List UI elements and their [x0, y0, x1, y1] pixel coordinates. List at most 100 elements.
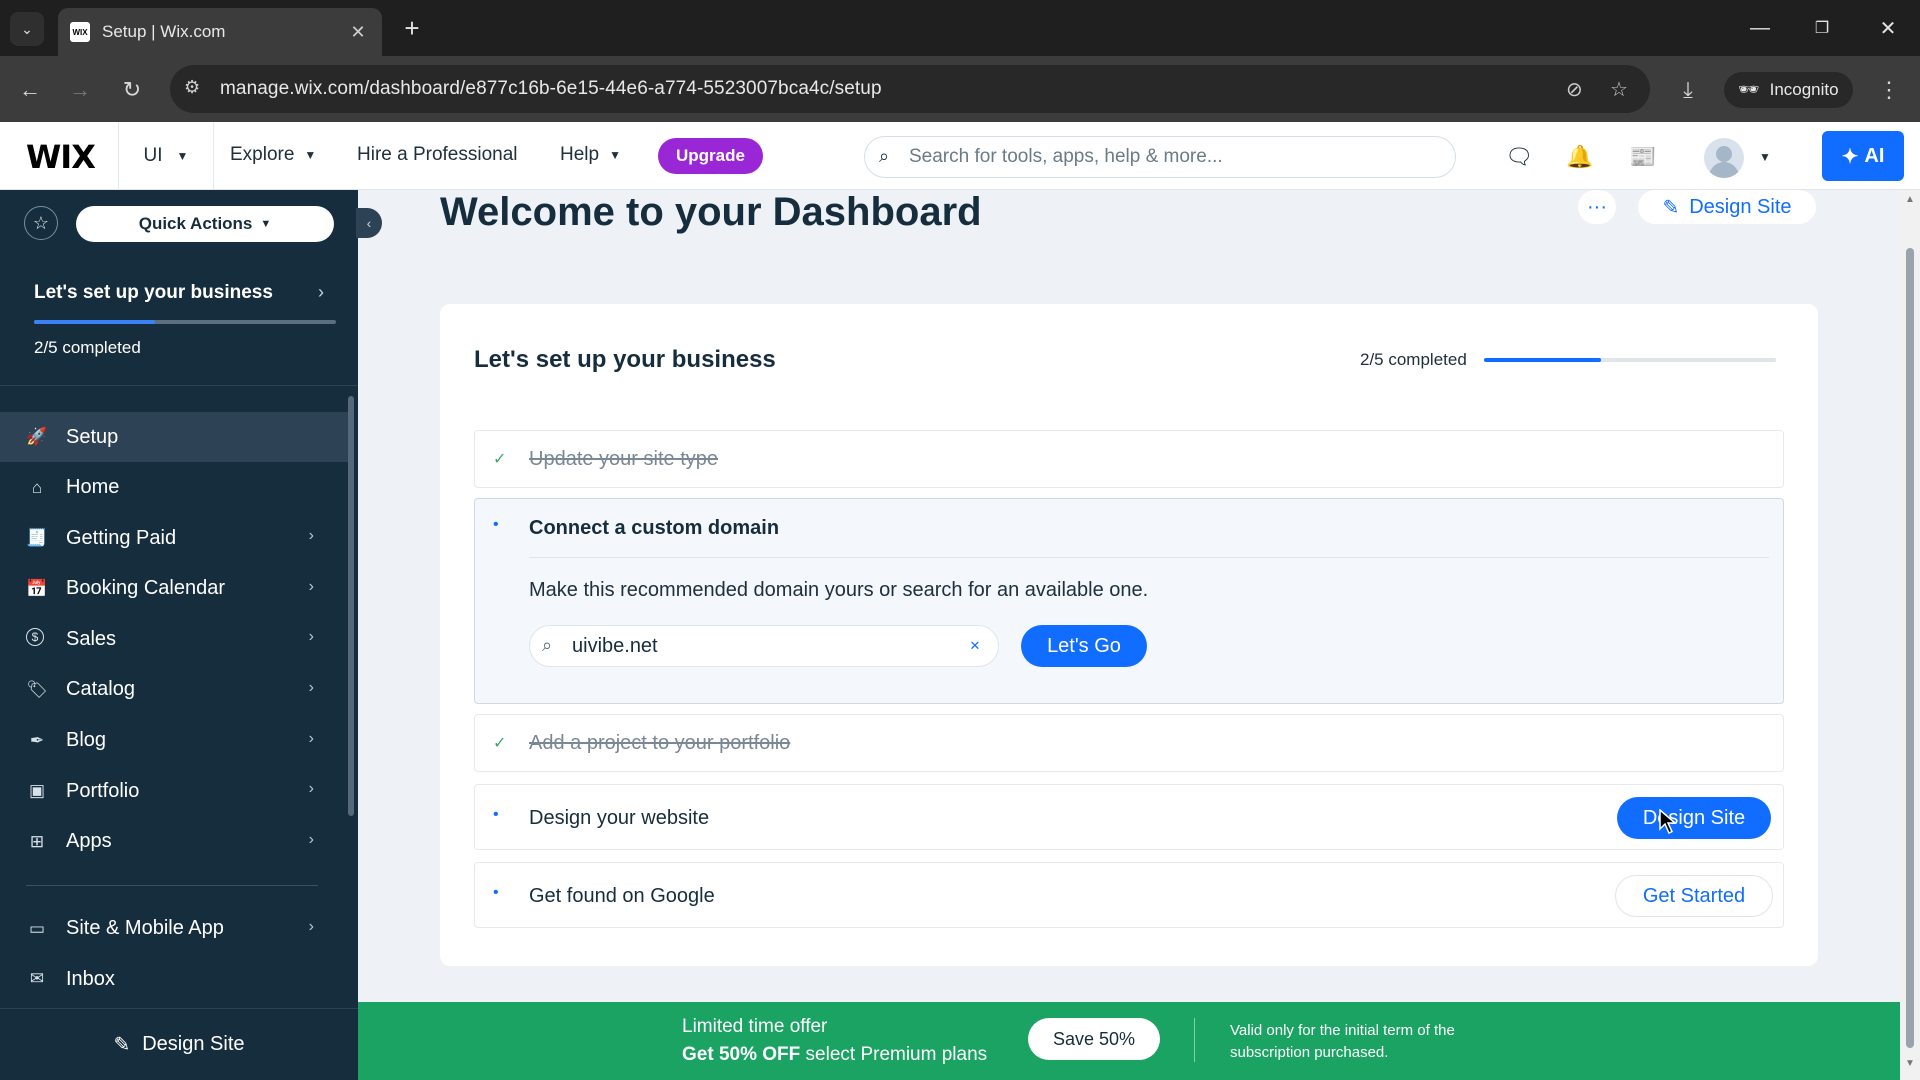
site-name: UI [143, 145, 163, 166]
nav-explore-label: Explore [230, 144, 295, 165]
lets-go-button[interactable]: Let's Go [1021, 625, 1147, 667]
more-actions-icon[interactable]: ··· [1578, 190, 1616, 224]
sidebar-item-label: Sales [66, 627, 117, 650]
nav-hire-professional[interactable]: Hire a Professional [357, 144, 518, 166]
minimize-icon[interactable]: — [1740, 12, 1780, 44]
nav-explore[interactable]: Explore ▼ [230, 144, 316, 166]
search-icon: ⌕ [542, 635, 553, 655]
page-scrollbar[interactable]: ▲ ▼ [1900, 190, 1920, 1080]
incognito-badge[interactable]: 🕶 Incognito [1724, 72, 1853, 108]
chevron-right-icon: › [308, 780, 314, 798]
task-label: Connect a custom domain [529, 517, 780, 539]
quick-actions-button[interactable]: Quick Actions ▼ [76, 206, 334, 242]
search-box[interactable]: ⌕ [864, 136, 1456, 178]
task-design-website[interactable]: • Design your website Design Site [474, 784, 1784, 850]
chevron-right-icon: › [308, 678, 314, 696]
avatar-body [1709, 162, 1739, 178]
url-text: manage.wix.com/dashboard/e877c16b-6e15-4… [220, 78, 882, 99]
chevron-right-icon: › [308, 830, 314, 848]
pencil-icon: ✎ [1662, 196, 1680, 219]
bell-icon[interactable]: 🔔 [1565, 142, 1595, 172]
sidebar-design-site-button[interactable]: ✎ Design Site [0, 1008, 358, 1080]
sidebar-item-portfolio[interactable]: ▣ Portfolio › [0, 766, 358, 816]
task-connect-domain[interactable]: • Connect a custom domain Make this reco… [474, 498, 1784, 704]
domain-search-box[interactable]: ⌕ ✕ [529, 625, 999, 667]
news-icon[interactable]: 📰 [1628, 142, 1658, 172]
restore-icon[interactable]: ❐ [1802, 12, 1842, 44]
tab-close-icon[interactable]: ✕ [346, 22, 370, 43]
checkmark-icon: ✓ [493, 735, 507, 752]
address-bar[interactable]: ⚙ manage.wix.com/dashboard/e877c16b-6e15… [170, 65, 1650, 113]
nav-help-label: Help [560, 144, 600, 165]
incognito-label: Incognito [1769, 80, 1839, 99]
get-started-button[interactable]: Get Started [1615, 875, 1773, 917]
ai-button[interactable]: ✦ AI [1822, 131, 1904, 181]
design-site-top-label: Design Site [1689, 195, 1792, 218]
forward-icon[interactable]: → [62, 72, 98, 108]
star-icon[interactable]: ☆ [24, 206, 58, 240]
sidebar-item-apps[interactable]: ⊞ Apps › [0, 817, 358, 867]
setup-title: Let's set up your business [34, 282, 273, 303]
task-get-found-google[interactable]: • Get found on Google Get Started [474, 862, 1784, 928]
chevron-right-icon: › [308, 527, 314, 545]
sidebar-item-label: Home [66, 476, 120, 499]
sidebar-scrollbar[interactable] [348, 396, 354, 816]
sidebar-item-home[interactable]: ⌂ Home [0, 463, 358, 513]
sidebar-item-inbox[interactable]: ✉ Inbox [0, 954, 358, 1004]
domain-input[interactable] [572, 634, 952, 658]
tab-list-chevron-icon[interactable]: ⌄ [10, 12, 44, 46]
promo-title: Limited time offer [682, 1016, 828, 1037]
home-icon: ⌂ [31, 477, 43, 497]
avatar[interactable] [1704, 138, 1744, 178]
bullet-icon: • [493, 884, 499, 901]
browser-menu-icon[interactable]: ⋮ [1874, 72, 1904, 108]
search-icon: ⌕ [879, 146, 890, 166]
site-info-icon[interactable]: ⚙ [184, 77, 200, 98]
incognito-icon: 🕶 [1738, 80, 1760, 99]
task-add-project[interactable]: ✓ Add a project to your portfolio [474, 714, 1784, 772]
nav-help[interactable]: Help ▼ [560, 144, 621, 166]
sparkle-icon: ✦ [1841, 145, 1859, 168]
task-label: Update your site type [529, 448, 718, 470]
scroll-up-icon[interactable]: ▲ [1904, 194, 1916, 206]
new-tab-icon[interactable]: + [396, 12, 428, 44]
sidebar-item-blog[interactable]: ✒ Blog › [0, 716, 358, 766]
design-site-button[interactable]: Design Site [1617, 797, 1771, 839]
design-site-top-button[interactable]: ✎ Design Site [1638, 190, 1816, 224]
sidebar-item-getting-paid[interactable]: 🧾 Getting Paid › [0, 513, 358, 563]
site-switcher[interactable]: UI ▼ [118, 122, 214, 190]
window-close-icon[interactable]: ✕ [1868, 12, 1908, 44]
download-icon[interactable]: ⤓ [1670, 72, 1706, 108]
bookmark-star-icon[interactable]: ☆ [1610, 77, 1628, 102]
promo-banner: Limited time offer Get 50% OFF select Pr… [358, 1002, 1900, 1080]
sidebar-item-booking-calendar[interactable]: 📅 Booking Calendar › [0, 564, 358, 614]
sidebar-item-sales[interactable]: $ Sales › [0, 614, 358, 664]
setup-count: 2/5 completed [34, 338, 141, 357]
scroll-down-icon[interactable]: ▼ [1904, 1058, 1916, 1070]
ai-label: AI [1864, 144, 1885, 167]
nav-hire-label: Hire a Professional [357, 144, 518, 165]
upgrade-button[interactable]: Upgrade [658, 138, 763, 174]
sidebar-setup-progress[interactable]: Let's set up your business › 2/5 complet… [0, 268, 358, 386]
apps-icon: ⊞ [29, 831, 45, 851]
wix-logo[interactable]: WIX [26, 138, 96, 176]
search-input[interactable] [909, 146, 1429, 168]
chat-icon[interactable]: 🗨 [1504, 142, 1534, 172]
task-update-site-type[interactable]: ✓ Update your site type [474, 430, 1784, 488]
account-chevron-down-icon[interactable]: ▼ [1750, 142, 1780, 172]
eye-slash-icon[interactable]: ⊘ [1566, 77, 1583, 102]
browser-tab[interactable]: WIX Setup | Wix.com ✕ [58, 8, 382, 56]
scrollbar-thumb[interactable] [1906, 248, 1914, 1048]
chevron-down-icon: ▼ [304, 148, 317, 162]
save-50-button[interactable]: Save 50% [1028, 1018, 1160, 1060]
sidebar-item-label: Apps [66, 830, 112, 853]
back-icon[interactable]: ← [12, 72, 48, 108]
sidebar-item-catalog[interactable]: 🏷 Catalog › [0, 665, 358, 715]
chevron-down-icon: ▼ [609, 148, 621, 162]
clear-icon[interactable]: ✕ [966, 637, 984, 655]
promo-sub-bold: Get 50% OFF [682, 1044, 801, 1065]
promo-subtitle: Get 50% OFF select Premium plans [682, 1044, 987, 1066]
reload-icon[interactable]: ↻ [114, 72, 150, 108]
sidebar-item-setup[interactable]: 🚀 Setup [0, 412, 350, 462]
sidebar-item-site-mobile-app[interactable]: ▭ Site & Mobile App › [0, 904, 358, 954]
